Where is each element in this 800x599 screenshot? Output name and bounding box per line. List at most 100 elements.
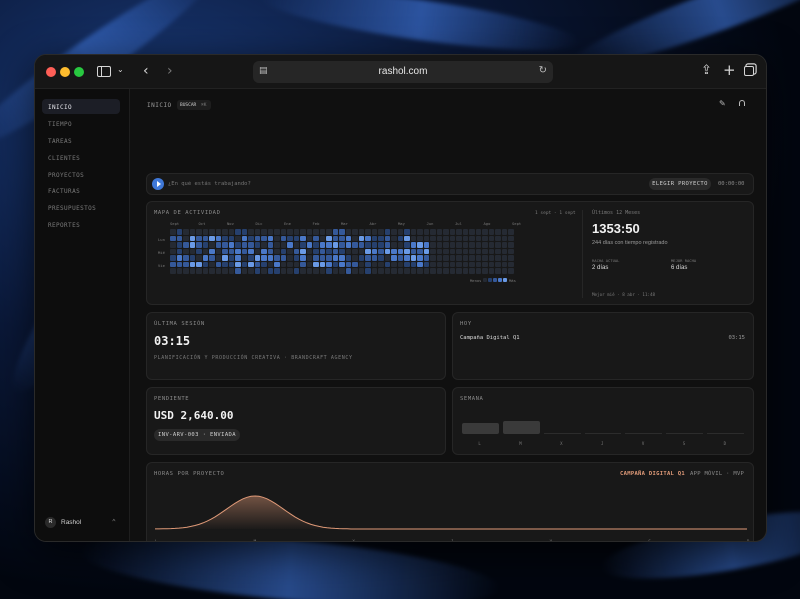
heatmap-cell[interactable] bbox=[228, 268, 234, 274]
share-icon[interactable]: ⇪ bbox=[701, 64, 712, 77]
heatmap-cell[interactable] bbox=[378, 235, 384, 241]
heatmap-cell[interactable] bbox=[345, 235, 351, 241]
heatmap-cell[interactable] bbox=[384, 229, 390, 235]
heatmap-cell[interactable] bbox=[293, 248, 299, 254]
heatmap-cell[interactable] bbox=[378, 248, 384, 254]
heatmap-cell[interactable] bbox=[391, 242, 397, 248]
heatmap-cell[interactable] bbox=[423, 248, 429, 254]
search-button[interactable]: BUSCAR ⌘K bbox=[177, 100, 211, 110]
heatmap-cell[interactable] bbox=[215, 255, 221, 261]
heatmap-cell[interactable] bbox=[183, 255, 189, 261]
heatmap-cell[interactable] bbox=[508, 229, 514, 235]
heatmap-cell[interactable] bbox=[313, 248, 319, 254]
heatmap-cell[interactable] bbox=[300, 248, 306, 254]
heatmap-cell[interactable] bbox=[488, 255, 494, 261]
heatmap-cell[interactable] bbox=[358, 229, 364, 235]
heatmap-cell[interactable] bbox=[267, 235, 273, 241]
heatmap-cell[interactable] bbox=[222, 261, 228, 267]
heatmap-cell[interactable] bbox=[228, 261, 234, 267]
heatmap-cell[interactable] bbox=[287, 242, 293, 248]
week-bar[interactable] bbox=[666, 433, 704, 434]
heatmap-cell[interactable] bbox=[371, 255, 377, 261]
heatmap-cell[interactable] bbox=[196, 235, 202, 241]
heatmap-cell[interactable] bbox=[202, 248, 208, 254]
heatmap-cell[interactable] bbox=[248, 229, 254, 235]
heatmap-cell[interactable] bbox=[449, 242, 455, 248]
heatmap-cell[interactable] bbox=[397, 255, 403, 261]
heatmap-cell[interactable] bbox=[183, 268, 189, 274]
heatmap-cell[interactable] bbox=[313, 255, 319, 261]
heatmap-cell[interactable] bbox=[391, 229, 397, 235]
heatmap-cell[interactable] bbox=[254, 248, 260, 254]
heatmap-cell[interactable] bbox=[404, 268, 410, 274]
heatmap-cell[interactable] bbox=[456, 235, 462, 241]
heatmap-cell[interactable] bbox=[170, 255, 176, 261]
heatmap-cell[interactable] bbox=[248, 268, 254, 274]
heatmap-cell[interactable] bbox=[365, 261, 371, 267]
week-bar[interactable] bbox=[502, 421, 540, 434]
task-input[interactable] bbox=[168, 178, 468, 190]
heatmap-cell[interactable] bbox=[280, 229, 286, 235]
heatmap-cell[interactable] bbox=[371, 248, 377, 254]
heatmap-cell[interactable] bbox=[267, 255, 273, 261]
heatmap-cell[interactable] bbox=[404, 235, 410, 241]
heatmap-cell[interactable] bbox=[254, 268, 260, 274]
heatmap-cell[interactable] bbox=[313, 229, 319, 235]
heatmap-cell[interactable] bbox=[202, 242, 208, 248]
heatmap-cell[interactable] bbox=[443, 235, 449, 241]
heatmap-cell[interactable] bbox=[397, 268, 403, 274]
heatmap-cell[interactable] bbox=[469, 229, 475, 235]
heatmap-cell[interactable] bbox=[501, 261, 507, 267]
heatmap-cell[interactable] bbox=[475, 255, 481, 261]
heatmap-cell[interactable] bbox=[313, 261, 319, 267]
heatmap-cell[interactable] bbox=[488, 242, 494, 248]
play-button[interactable] bbox=[152, 178, 164, 190]
heatmap-cell[interactable] bbox=[222, 248, 228, 254]
heatmap-cell[interactable] bbox=[332, 268, 338, 274]
heatmap-cell[interactable] bbox=[462, 261, 468, 267]
heatmap-cell[interactable] bbox=[462, 255, 468, 261]
heatmap-cell[interactable] bbox=[436, 261, 442, 267]
heatmap-cell[interactable] bbox=[456, 268, 462, 274]
heatmap-cell[interactable] bbox=[449, 229, 455, 235]
tab-overview-icon[interactable] bbox=[744, 66, 754, 76]
heatmap-cell[interactable] bbox=[417, 255, 423, 261]
heatmap-cell[interactable] bbox=[358, 268, 364, 274]
heatmap-cell[interactable] bbox=[339, 261, 345, 267]
heatmap-cell[interactable] bbox=[339, 248, 345, 254]
heatmap-cell[interactable] bbox=[436, 242, 442, 248]
heatmap-cell[interactable] bbox=[189, 229, 195, 235]
heatmap-cell[interactable] bbox=[358, 261, 364, 267]
heatmap-cell[interactable] bbox=[196, 242, 202, 248]
heatmap-cell[interactable] bbox=[475, 235, 481, 241]
choose-project-button[interactable]: ELEGIR PROYECTO bbox=[649, 178, 711, 190]
heatmap-cell[interactable] bbox=[495, 235, 501, 241]
heatmap-cell[interactable] bbox=[339, 268, 345, 274]
heatmap-cell[interactable] bbox=[287, 235, 293, 241]
heatmap-cell[interactable] bbox=[183, 261, 189, 267]
heatmap-cell[interactable] bbox=[443, 229, 449, 235]
heatmap-cell[interactable] bbox=[365, 242, 371, 248]
heatmap-cell[interactable] bbox=[469, 261, 475, 267]
heatmap-cell[interactable] bbox=[443, 248, 449, 254]
legend-campaign[interactable]: CAMPAÑA DIGITAL Q1 bbox=[620, 471, 685, 477]
heatmap-cell[interactable] bbox=[170, 261, 176, 267]
address-bar[interactable]: ▤ rashol.com ↻ bbox=[253, 61, 553, 83]
heatmap-cell[interactable] bbox=[501, 235, 507, 241]
heatmap-cell[interactable] bbox=[261, 242, 267, 248]
heatmap-cell[interactable] bbox=[319, 229, 325, 235]
heatmap-cell[interactable] bbox=[371, 261, 377, 267]
heatmap-cell[interactable] bbox=[176, 261, 182, 267]
heatmap-cell[interactable] bbox=[378, 255, 384, 261]
heatmap-cell[interactable] bbox=[228, 255, 234, 261]
heatmap-cell[interactable] bbox=[410, 229, 416, 235]
heatmap-cell[interactable] bbox=[495, 268, 501, 274]
heatmap-cell[interactable] bbox=[339, 229, 345, 235]
heatmap-cell[interactable] bbox=[228, 242, 234, 248]
heatmap-cell[interactable] bbox=[209, 268, 215, 274]
heatmap-cell[interactable] bbox=[248, 248, 254, 254]
heatmap-cell[interactable] bbox=[326, 268, 332, 274]
heatmap-cell[interactable] bbox=[423, 268, 429, 274]
heatmap-cell[interactable] bbox=[261, 248, 267, 254]
heatmap-cell[interactable] bbox=[339, 242, 345, 248]
